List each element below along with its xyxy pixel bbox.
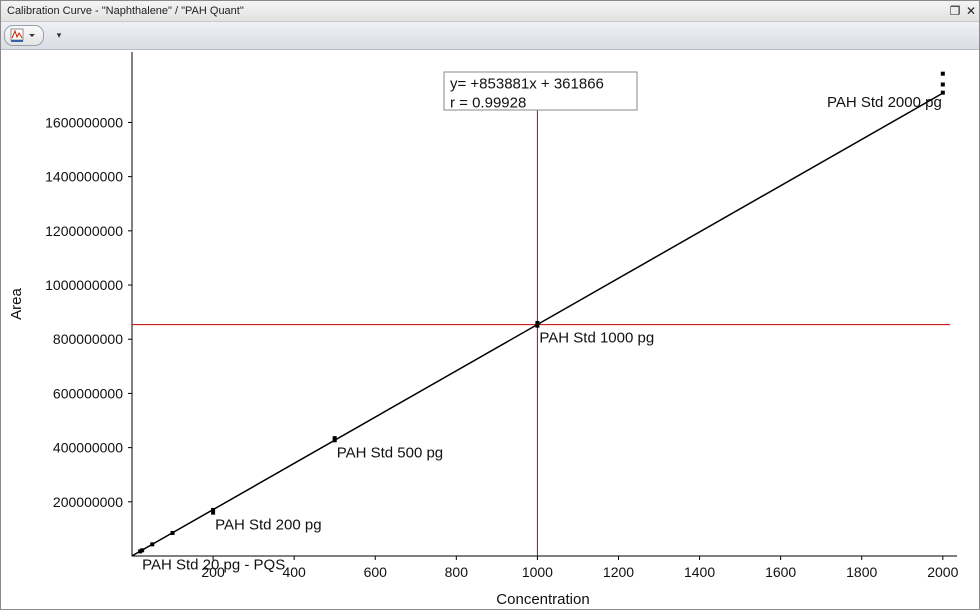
point-label: PAH Std 200 pg xyxy=(215,516,321,533)
x-tick-label: 1000 xyxy=(522,564,553,580)
x-tick-label: 2000 xyxy=(927,564,958,580)
x-tick-label: 1800 xyxy=(846,564,877,580)
x-tick-label: 600 xyxy=(364,564,388,580)
x-tick-label: 1400 xyxy=(684,564,715,580)
window-title: Calibration Curve - "Naphthalene" / "PAH… xyxy=(7,5,244,17)
data-point[interactable] xyxy=(332,438,337,443)
point-label: PAH Std 1000 pg xyxy=(539,330,654,347)
data-point[interactable] xyxy=(211,510,216,515)
point-label: PAH Std 20 pg - PQS xyxy=(142,556,285,573)
y-tick-label: 1200000000 xyxy=(45,223,123,239)
point-label: PAH Std 500 pg xyxy=(337,444,443,461)
x-tick-label: 400 xyxy=(282,564,306,580)
x-tick-label: 1600 xyxy=(765,564,796,580)
data-point[interactable] xyxy=(140,548,145,553)
toolbar: ▾ xyxy=(1,22,979,50)
point-annotations: PAH Std 20 pg - PQS PAH Std 200 pg PAH Std… xyxy=(142,94,942,573)
chart-axes xyxy=(131,52,957,557)
fit-equation-box: y= +853881x + 361866 r = 0.99928 xyxy=(443,71,638,112)
y-tick-label: 800000000 xyxy=(53,331,123,347)
x-tick-label: 800 xyxy=(445,564,469,580)
point-label: PAH Std 2000 pg xyxy=(827,94,942,111)
x-tick-label: 1200 xyxy=(603,564,634,580)
y-axis-ticks: 200000000 400000000 600000000 800000000 1000… xyxy=(45,114,132,510)
toolbar-overflow-icon[interactable]: ▾ xyxy=(53,26,65,44)
y-tick-label: 1400000000 xyxy=(45,169,123,185)
y-axis-label: Area xyxy=(8,288,25,320)
title-bar[interactable]: Calibration Curve - "Naphthalene" / "PAH… xyxy=(1,1,979,22)
data-point[interactable] xyxy=(535,323,540,328)
fit-r-value: r = 0.99928 xyxy=(450,95,526,112)
data-point[interactable] xyxy=(940,82,945,87)
data-points xyxy=(138,71,945,554)
restore-icon[interactable]: ❐ xyxy=(947,3,963,19)
calibration-window: Calibration Curve - "Naphthalene" / "PAH… xyxy=(0,0,980,610)
fit-equation: y= +853881x + 361866 xyxy=(450,76,604,93)
data-point[interactable] xyxy=(150,542,155,547)
calibration-chart: 200 400 600 800 1000 1200 1400 1600 1800 2000 200… xyxy=(8,52,959,608)
y-tick-label: 600000000 xyxy=(53,385,123,401)
x-axis-label: Concentration xyxy=(496,591,589,608)
chart-options-button[interactable] xyxy=(4,25,44,46)
close-icon[interactable]: ✕ xyxy=(963,3,979,19)
y-tick-label: 200000000 xyxy=(53,494,123,510)
data-point[interactable] xyxy=(940,71,945,76)
x-axis-ticks: 200 400 600 800 1000 1200 1400 1600 1800 2000 xyxy=(201,556,959,580)
chart-peak-icon xyxy=(10,28,35,42)
data-point[interactable] xyxy=(170,530,175,535)
y-tick-label: 1000000000 xyxy=(45,277,123,293)
y-tick-label: 400000000 xyxy=(53,440,123,456)
y-tick-label: 1600000000 xyxy=(45,114,123,130)
chevron-down-icon xyxy=(29,34,35,37)
